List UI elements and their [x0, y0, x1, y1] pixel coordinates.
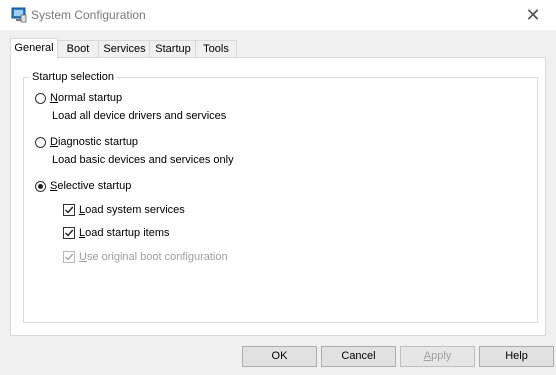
load-system-services-label[interactable]: Load system services: [79, 204, 185, 216]
tab-tools[interactable]: Tools: [195, 40, 237, 58]
checkmark-icon: [65, 206, 74, 214]
tab-services[interactable]: Services: [98, 40, 151, 58]
load-startup-items-label[interactable]: Load startup items: [79, 227, 170, 239]
load-startup-items-checkbox[interactable]: [63, 227, 75, 239]
normal-startup-label[interactable]: Normal startup: [50, 92, 122, 104]
use-original-boot-config-checkbox: [63, 251, 75, 263]
startup-selection-title: Startup selection: [29, 71, 117, 83]
normal-startup-radio[interactable]: [35, 93, 46, 104]
ok-button[interactable]: OK: [242, 346, 317, 367]
checkmark-icon: [65, 253, 74, 261]
apply-button: Apply: [400, 346, 475, 367]
help-button[interactable]: Help: [479, 346, 554, 367]
tab-general[interactable]: General: [10, 38, 58, 59]
tab-boot[interactable]: Boot: [56, 40, 100, 58]
tab-startup[interactable]: Startup: [149, 40, 197, 58]
use-original-boot-config-label: Use original boot configuration: [79, 251, 228, 263]
window-title: System Configuration: [31, 8, 146, 22]
load-system-services-checkbox[interactable]: [63, 204, 75, 216]
diagnostic-startup-label[interactable]: Diagnostic startup: [50, 136, 138, 148]
cancel-button[interactable]: Cancel: [321, 346, 396, 367]
checkmark-icon: [65, 229, 74, 237]
diagnostic-startup-description: Load basic devices and services only: [52, 154, 234, 166]
title-bar: System Configuration ✕: [0, 0, 556, 30]
diagnostic-startup-radio[interactable]: [35, 137, 46, 148]
selective-startup-label[interactable]: Selective startup: [50, 180, 131, 192]
radio-selected-dot: [38, 184, 43, 189]
system-config-icon: [11, 7, 27, 23]
normal-startup-description: Load all device drivers and services: [52, 110, 227, 122]
selective-startup-radio[interactable]: [35, 181, 46, 192]
close-icon[interactable]: ✕: [516, 2, 550, 28]
